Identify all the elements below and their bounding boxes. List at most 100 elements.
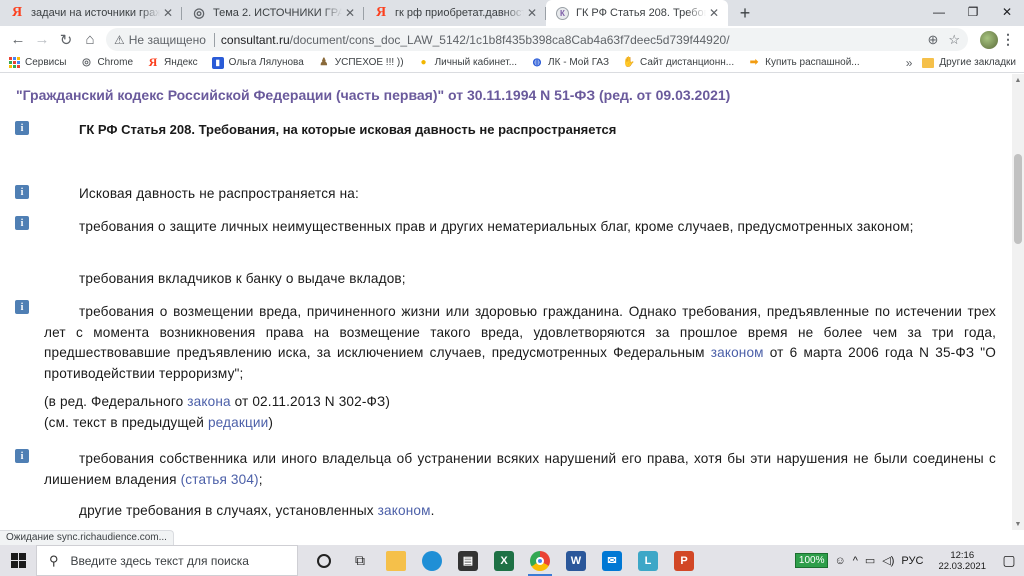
taskbar-search-box[interactable]: ⚲ Введите здесь текст для поиска (36, 545, 298, 576)
scroll-down-icon[interactable]: ▼ (1012, 518, 1024, 530)
windows-taskbar: ⚲ Введите здесь текст для поиска ⧉ ▤ X W… (0, 545, 1024, 576)
edition-link[interactable]: редакции (208, 415, 268, 430)
bookmarks-bar: Сервисы ◎ Chrome Я Яндекс ▮ Ольга Лялуно… (0, 53, 1024, 73)
chrome-icon[interactable] (522, 545, 558, 576)
bookmark-label: УСПЕХОЕ !!! )) (334, 57, 404, 68)
clock-time: 12:16 (950, 549, 975, 561)
article-link[interactable]: (статья 304) (181, 472, 259, 487)
bookmarks-overflow-button[interactable]: » (906, 56, 913, 70)
paragraph: требования о возмещении вреда, причиненн… (44, 304, 996, 381)
network-icon[interactable]: ▭ (865, 554, 875, 567)
bookmark-item[interactable]: ♟ УСПЕХОЕ !!! )) (318, 57, 404, 69)
paragraph: требования собственника или иного владел… (44, 451, 996, 487)
screen: Я задачи на источники граждан ✕ ◎ Тема 2… (0, 0, 1024, 576)
page-content: "Гражданский кодекс Российской Федерации… (0, 74, 1012, 530)
volume-icon[interactable]: ◁) (882, 554, 894, 567)
person-icon[interactable]: ☺ (834, 555, 845, 567)
bookmark-item[interactable]: ◎ Chrome (80, 57, 133, 69)
mail-icon[interactable]: ✉ (594, 545, 630, 576)
bookmark-label: Ольга Лялунова (228, 57, 304, 68)
bookmark-item[interactable]: ◍ ЛК - Мой ГАЗ (531, 57, 609, 69)
cortana-icon[interactable] (306, 545, 342, 576)
info-icon[interactable]: i (15, 216, 29, 230)
minimize-button[interactable]: — (922, 0, 956, 24)
other-bookmarks-folder[interactable]: Другие закладки (922, 57, 1016, 68)
forward-arrow-icon[interactable]: → (30, 28, 54, 52)
bookmark-item[interactable]: ▮ Ольга Лялунова (211, 56, 304, 69)
battery-indicator[interactable]: 100% (794, 553, 829, 568)
lingualeo-icon[interactable]: L (630, 545, 666, 576)
security-label[interactable]: Не защищено (129, 33, 206, 47)
tab-title: задачи на источники граждан (31, 7, 160, 19)
browser-tab[interactable]: Я гк рф приобретат.давность — Я ✕ (364, 0, 546, 26)
language-indicator[interactable]: РУС (901, 555, 923, 567)
bookmark-item[interactable]: Я Яндекс (147, 55, 198, 69)
arrow-icon: ➡ (749, 57, 759, 68)
menu-dots-icon[interactable]: ⋮ (998, 31, 1018, 48)
bookmark-item[interactable]: Сервисы (8, 57, 66, 69)
yandex-icon: Я (148, 55, 158, 69)
url-host: consultant.ru (220, 32, 290, 47)
excel-icon[interactable]: X (486, 545, 522, 576)
tab-title: Тема 2. ИСТОЧНИКИ ГРАЖДАН (213, 7, 342, 19)
close-tab-icon[interactable]: ✕ (160, 5, 176, 21)
other-bookmarks-label: Другие закладки (939, 57, 1016, 68)
close-tab-icon[interactable]: ✕ (342, 5, 358, 21)
flame-icon: ◍ (532, 57, 542, 68)
tab-title: ГК РФ Статья 208. Требования, н (576, 7, 706, 19)
reload-icon[interactable]: ↻ (54, 28, 78, 52)
close-tab-icon[interactable]: ✕ (706, 5, 722, 21)
system-clock[interactable]: 12:16 22.03.2021 (938, 550, 986, 572)
new-tab-button[interactable]: + (732, 0, 758, 26)
address-bar[interactable]: ⚠ Не защищено consultant.ru /document/co… (106, 28, 968, 51)
browser-tab[interactable]: Я задачи на источники граждан ✕ (0, 0, 182, 26)
globe-icon: ◎ (82, 57, 91, 68)
powerpoint-icon[interactable]: P (666, 545, 702, 576)
task-view-icon[interactable]: ⧉ (342, 545, 378, 576)
back-arrow-icon[interactable]: ← (6, 28, 30, 52)
bookmark-star-icon[interactable]: ☆ (948, 32, 960, 48)
warning-icon[interactable]: ⚠ (114, 33, 125, 47)
info-icon[interactable]: i (15, 449, 29, 463)
edition-note: (в ред. Федерального закона от 02.11.201… (44, 394, 391, 409)
loading-status: Ожидание sync.richaudience.com... (0, 530, 174, 545)
bookmark-item[interactable]: ✋ Сайт дистанционн... (623, 57, 734, 69)
browser-tab[interactable]: ◎ Тема 2. ИСТОЧНИКИ ГРАЖДАН ✕ (182, 0, 364, 26)
close-tab-icon[interactable]: ✕ (524, 5, 540, 21)
info-icon[interactable]: i (15, 185, 29, 199)
scroll-up-icon[interactable]: ▲ (1012, 74, 1024, 86)
browser-tab-active[interactable]: К ГК РФ Статья 208. Требования, н ✕ (546, 0, 728, 26)
home-icon[interactable]: ⌂ (78, 28, 102, 52)
file-explorer-icon[interactable] (378, 545, 414, 576)
search-icon: ⚲ (49, 552, 59, 568)
close-window-button[interactable]: ✕ (990, 0, 1024, 24)
law-link[interactable]: законом (378, 503, 431, 518)
chevron-up-icon[interactable]: ^ (853, 555, 858, 567)
bookmark-label: Купить распашной... (765, 57, 860, 68)
taskbar-apps: ⧉ ▤ X W ✉ L P (306, 545, 702, 576)
yandex-icon: Я (11, 5, 23, 20)
notification-icon[interactable]: ▢ (994, 545, 1024, 576)
system-tray: 100% ☺ ^ ▭ ◁) РУС 12:16 22.03.2021 ▢ (794, 545, 1024, 576)
law-link[interactable]: закона (187, 394, 230, 409)
start-button[interactable] (0, 545, 36, 576)
info-icon[interactable]: i (15, 300, 29, 314)
profile-avatar[interactable] (980, 30, 998, 49)
maximize-button[interactable]: ❐ (956, 0, 990, 24)
hand-icon: ✋ (622, 57, 636, 68)
zoom-icon[interactable]: ⊕ (927, 32, 938, 48)
bookmark-item[interactable]: ● Личный кабинет... (418, 57, 518, 69)
document-title[interactable]: "Гражданский кодекс Российской Федерации… (16, 87, 730, 103)
browser-toolbar: ← → ↻ ⌂ ⚠ Не защищено consultant.ru /doc… (0, 26, 1024, 53)
clock-date: 22.03.2021 (938, 560, 986, 572)
bookmark-label: Сайт дистанционн... (640, 57, 735, 68)
store-icon[interactable]: ▤ (450, 545, 486, 576)
scrollbar[interactable]: ▲ ▼ (1012, 74, 1024, 530)
word-icon[interactable]: W (558, 545, 594, 576)
yandex-icon: Я (375, 5, 387, 20)
info-icon[interactable]: i (15, 121, 29, 135)
scroll-thumb[interactable] (1014, 154, 1022, 244)
edge-icon[interactable] (414, 545, 450, 576)
bookmark-item[interactable]: ➡ Купить распашной... (748, 57, 860, 69)
law-link[interactable]: законом (711, 345, 764, 360)
